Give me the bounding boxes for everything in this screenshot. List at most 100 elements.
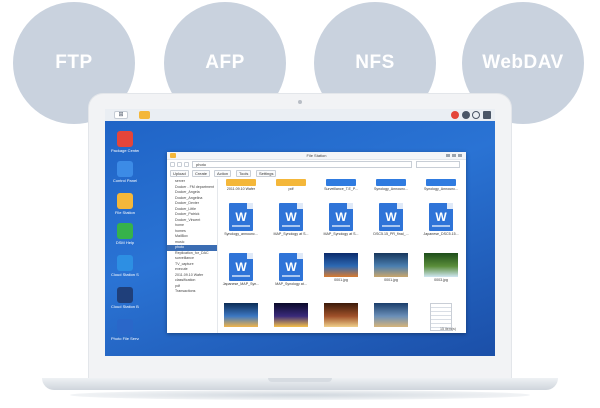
desktop-icon-label: Cloud Station Backup — [111, 304, 139, 309]
file-station-taskbar-icon[interactable] — [139, 111, 150, 119]
file-name: DSC5.15_PR_final_... — [373, 232, 409, 236]
file-item[interactable]: Surveillance_T.E_P... — [321, 179, 361, 191]
minimize-button[interactable] — [446, 154, 450, 157]
photo-thumbnail — [374, 303, 408, 327]
file-name: MAP_Synology at... — [275, 282, 307, 286]
file-item[interactable]: 0001.jpg — [371, 253, 411, 282]
folder-icon — [376, 179, 406, 186]
desktop-icon[interactable]: DSM Help — [111, 223, 139, 245]
file-item[interactable]: W MAP_Synology at... — [271, 253, 311, 286]
file-name: MAP_Synology at S... — [323, 232, 359, 236]
create-button[interactable]: Create — [192, 170, 211, 177]
photo-thumbnail — [324, 303, 358, 327]
photo-thumbnail — [424, 253, 458, 277]
file-item[interactable] — [221, 303, 261, 328]
search-input[interactable] — [416, 161, 460, 168]
folder-icon — [426, 179, 456, 186]
search-icon[interactable] — [472, 111, 480, 119]
folder-tree: server Docker - FM department Docker_Angel… — [167, 179, 218, 333]
path-field[interactable]: photo — [192, 161, 412, 168]
folder-icon — [326, 179, 356, 186]
word-doc-icon: W — [279, 253, 303, 281]
desktop-icon[interactable]: Photo File Server — [111, 319, 139, 341]
laptop-notch — [268, 378, 332, 382]
desktop-icon[interactable]: Package Center — [111, 131, 139, 153]
notification-icon[interactable] — [451, 111, 459, 119]
dsm-desktop: ⊞ Package Center Control Panel File Statio… — [105, 109, 495, 356]
file-name: Japanese_DSC5.15... — [423, 232, 459, 236]
word-doc-icon: W — [379, 203, 403, 231]
file-name: Synology_announc... — [224, 232, 258, 236]
file-item[interactable] — [271, 303, 311, 328]
file-name: 0001.jpg — [334, 278, 348, 282]
word-doc-icon: W — [279, 203, 303, 231]
desktop-icon[interactable]: Cloud Station ShareSync — [111, 255, 139, 277]
app-icon — [117, 255, 133, 271]
file-item[interactable] — [321, 303, 361, 328]
app-icon — [117, 193, 133, 209]
laptop-shadow — [70, 390, 530, 400]
file-name: 0003.jpg — [434, 278, 448, 282]
photo-thumbnail — [274, 303, 308, 327]
desktop-icon-label: Photo File Server — [111, 336, 139, 341]
file-station-window: File Station photo Upload Create Action … — [167, 152, 466, 333]
widgets-icon[interactable] — [483, 111, 491, 119]
desktop-icon-label: File Station — [114, 210, 135, 215]
folder-icon — [226, 179, 256, 186]
file-name: Japanese_MAP_Syn... — [222, 282, 260, 286]
file-name: Synology_Announc... — [374, 187, 408, 191]
folder-icon — [170, 153, 176, 158]
window-title: File Station — [167, 152, 466, 160]
desktop-icon[interactable]: Control Panel — [111, 161, 139, 183]
file-item[interactable]: W MAP_Synology at S... — [321, 203, 361, 236]
file-grid: 2011.09.10 Wafer pdf Surveillance_T.E_P...… — [221, 179, 463, 331]
file-item[interactable] — [371, 303, 411, 328]
user-icon[interactable] — [462, 111, 470, 119]
close-button[interactable] — [458, 154, 462, 157]
desktop-icon-label: Control Panel — [112, 178, 138, 183]
action-button[interactable]: Action — [214, 170, 232, 177]
file-item[interactable]: W Japanese_DSC5.15... — [421, 203, 461, 236]
main-menu-button[interactable]: ⊞ — [114, 111, 128, 119]
laptop-camera — [298, 100, 302, 104]
file-item[interactable]: W MAP_Synology at S... — [271, 203, 311, 236]
refresh-button[interactable] — [184, 162, 189, 167]
file-name: 2011.09.10 Wafer — [226, 187, 256, 191]
word-doc-icon: W — [429, 203, 453, 231]
file-item[interactable]: W Synology_announc... — [221, 203, 261, 236]
desktop-icon-label: Package Center — [111, 148, 139, 153]
file-name: Synology_Announc... — [424, 187, 458, 191]
file-item[interactable]: W DSC5.15_PR_final_... — [371, 203, 411, 236]
app-icon — [117, 131, 133, 147]
settings-button[interactable]: Settings — [256, 170, 277, 177]
back-button[interactable] — [170, 162, 175, 167]
app-icon — [117, 161, 133, 177]
word-doc-icon: W — [329, 203, 353, 231]
tools-button[interactable]: Tools — [236, 170, 252, 177]
folder-icon — [276, 179, 306, 186]
file-item[interactable]: Synology_Announc... — [371, 179, 411, 191]
maximize-button[interactable] — [452, 154, 456, 157]
taskbar: ⊞ — [105, 109, 495, 121]
file-item[interactable]: W Japanese_MAP_Syn... — [221, 253, 261, 286]
status-text: 15 item(s) — [440, 327, 456, 331]
desktop-icon[interactable]: File Station — [111, 193, 139, 215]
toolbar: Upload Create Action Tools Settings — [170, 170, 463, 177]
file-item[interactable]: Synology_Announc... — [421, 179, 461, 191]
file-name: MAP_Synology at S... — [273, 232, 309, 236]
file-item[interactable]: 0001.jpg — [321, 253, 361, 282]
app-icon — [117, 319, 133, 335]
file-name: pdf — [288, 187, 294, 191]
desktop-icon[interactable]: Cloud Station Backup — [111, 287, 139, 309]
file-name: Surveillance_T.E_P... — [324, 187, 358, 191]
app-icon — [117, 287, 133, 303]
forward-button[interactable] — [177, 162, 182, 167]
sidebar-item[interactable]: Transactions — [167, 289, 217, 295]
file-item[interactable]: pdf — [271, 179, 311, 191]
file-item[interactable]: 0003.jpg — [421, 253, 461, 282]
word-doc-icon: W — [229, 203, 253, 231]
upload-button[interactable]: Upload — [170, 170, 189, 177]
photo-thumbnail — [374, 253, 408, 277]
file-item[interactable]: 2011.09.10 Wafer — [221, 179, 261, 191]
photo-thumbnail — [224, 303, 258, 327]
